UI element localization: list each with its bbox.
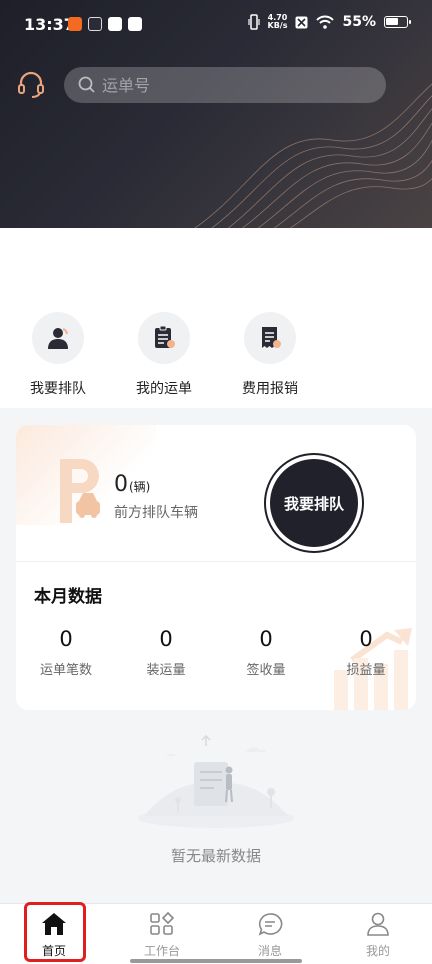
parking-icon [60,459,100,523]
tab-label: 消息 [257,944,282,958]
stat-label: 运单笔数 [39,663,92,678]
driver-icon [48,328,68,349]
app-notification-icon [68,17,82,31]
gesture-home-indicator[interactable] [130,959,302,963]
quick-action-label: 我的运单 [136,381,192,397]
stat-loading-volume: 0 装运量 [116,627,216,678]
wifi-icon [316,15,335,29]
queue-count-unit: (辆) [129,480,151,494]
vibrate-icon [247,14,260,30]
bottom-tab-bar: 首页 工作台 消息 我的 [0,903,432,964]
stat-value: 0 [59,627,73,651]
quick-action-circle [138,312,190,364]
monthly-title: 本月数据 [34,587,102,607]
grid-icon [150,911,175,935]
net-speed: 4.70 KB/s [268,14,288,30]
stat-profit-loss: 0 损益量 [316,627,416,678]
queue-count-value: 0 [114,472,128,497]
tab-profile[interactable]: 我的 [324,904,432,964]
stat-value: 0 [259,627,273,651]
header-banner: 13:37 4.70 KB/s 55% [0,0,432,228]
status-right: 4.70 KB/s 55% [247,14,411,30]
stat-value: 0 [359,627,373,651]
sync-notification-icon [108,17,122,31]
search-icon [78,76,95,93]
waybill-icon [155,325,175,348]
quick-action-reimburse[interactable]: 费用报销 [215,312,325,398]
quick-action-label: 我要排队 [30,381,86,397]
receipt-icon [262,327,281,348]
stat-label: 损益量 [346,663,386,678]
stat-label: 签收量 [246,663,286,678]
tab-label: 首页 [41,944,66,958]
sim-off-icon [295,16,308,28]
chat-icon [258,913,283,936]
tab-messages[interactable]: 消息 [216,904,324,964]
queue-count: 0 (辆) [114,472,150,497]
empty-state-illustration [138,734,294,828]
tab-label: 我的 [365,944,390,958]
battery-icon [384,16,411,28]
search-bar[interactable] [64,67,386,103]
stat-received-volume: 0 签收量 [216,627,316,678]
tab-home[interactable]: 首页 [0,904,108,964]
card-divider [16,561,416,562]
customer-service-icon[interactable] [16,70,46,100]
home-icon [42,913,66,935]
quick-action-queue[interactable]: 我要排队 [3,312,113,398]
stat-label: 装运量 [146,663,186,678]
status-bar: 13:37 4.70 KB/s 55% [0,0,432,52]
quick-action-waybill[interactable]: 我的运单 [109,312,219,398]
battery-percent: 55% [342,14,376,30]
quick-action-label: 费用报销 [242,381,298,397]
play-notification-icon [88,17,102,31]
stat-value: 0 [159,627,173,651]
quick-action-circle [244,312,296,364]
search-input[interactable] [102,75,362,95]
notification-icons [68,17,142,31]
stat-waybill-count: 0 运单笔数 [16,627,116,678]
join-queue-button[interactable]: 我要排队 [264,453,364,553]
quick-action-circle [32,312,84,364]
queue-count-label: 前方排队车辆 [114,505,198,521]
empty-state-text: 暂无最新数据 [170,847,261,865]
net-speed-unit: KB/s [267,21,288,30]
user-icon [367,912,389,936]
tab-workbench[interactable]: 工作台 [108,904,216,964]
tab-label: 工作台 [143,944,180,958]
queue-stats-card: 0 (辆) 前方排队车辆 我要排队 本月数据 0 运单笔数 0 装运量 0 签收… [16,425,416,710]
message-notification-icon [128,17,142,31]
join-queue-button-label: 我要排队 [270,459,358,547]
